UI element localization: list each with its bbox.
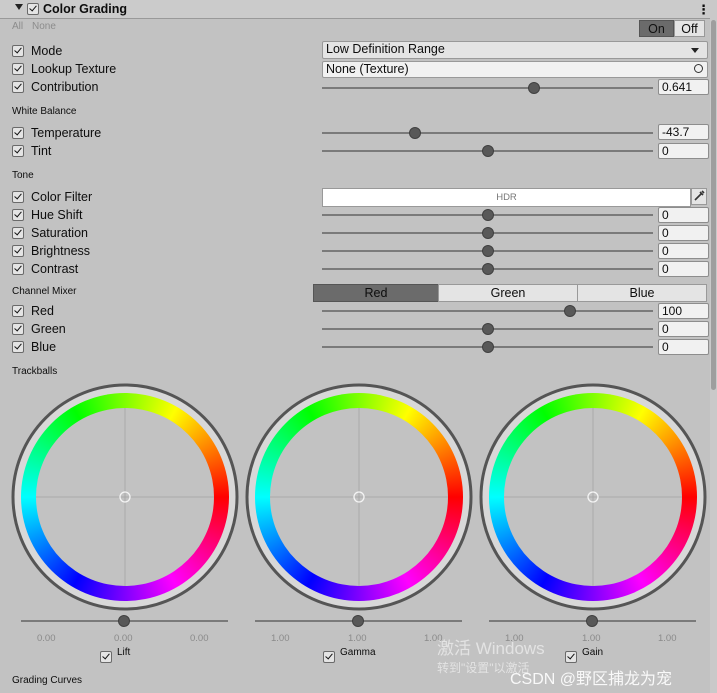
on-button[interactable]: On xyxy=(639,20,674,37)
lift-slider-knob[interactable] xyxy=(118,615,130,627)
saturation-field[interactable]: 0 xyxy=(658,225,709,241)
saturation-checkbox[interactable] xyxy=(12,227,24,239)
tint-field[interactable]: 0 xyxy=(658,143,709,159)
temperature-slider-track[interactable] xyxy=(322,132,653,134)
red-channel-label: Red xyxy=(31,304,54,318)
red-channel-checkbox[interactable] xyxy=(12,305,24,317)
contrast-checkbox[interactable] xyxy=(12,263,24,275)
red-channel-slider-track[interactable] xyxy=(322,310,653,312)
brightness-field[interactable]: 0 xyxy=(658,243,709,259)
gamma-value-g: 1.00 xyxy=(348,633,367,644)
object-picker-icon[interactable] xyxy=(694,64,703,73)
temperature-field[interactable]: -43.7 xyxy=(658,124,709,140)
saturation-label: Saturation xyxy=(31,226,88,240)
tab-green[interactable]: Green xyxy=(438,284,578,302)
color-filter-checkbox[interactable] xyxy=(12,191,24,203)
color-filter-label: Color Filter xyxy=(31,190,93,204)
lookup-texture-label: Lookup Texture xyxy=(31,62,117,76)
tint-checkbox[interactable] xyxy=(12,145,24,157)
trackballs-heading: Trackballs xyxy=(12,366,58,377)
mode-checkbox[interactable] xyxy=(12,45,24,57)
blue-channel-label: Blue xyxy=(31,340,57,354)
brightness-checkbox[interactable] xyxy=(12,245,24,257)
channel-mixer-heading: Channel Mixer xyxy=(12,286,77,297)
red-channel-slider-knob[interactable] xyxy=(564,305,577,317)
none-link[interactable]: None xyxy=(32,21,56,32)
hue-shift-field[interactable]: 0 xyxy=(658,207,709,223)
lift-value-g: 0.00 xyxy=(114,633,133,644)
mode-label: Mode xyxy=(31,44,63,58)
hue-shift-checkbox[interactable] xyxy=(12,209,24,221)
mode-value: Low Definition Range xyxy=(326,42,445,56)
gain-trackball[interactable] xyxy=(479,383,707,611)
contribution-label: Contribution xyxy=(31,80,99,94)
white-balance-heading: White Balance xyxy=(12,106,77,117)
gain-value-b: 1.00 xyxy=(658,633,677,644)
blue-channel-slider-knob[interactable] xyxy=(481,341,494,353)
green-channel-slider-knob[interactable] xyxy=(481,323,494,335)
gamma-checkbox[interactable] xyxy=(323,651,335,663)
gamma-slider-knob[interactable] xyxy=(352,615,364,627)
contribution-slider-knob[interactable] xyxy=(528,82,541,94)
foldout-arrow-icon[interactable] xyxy=(15,4,23,10)
lookup-texture-value: None (Texture) xyxy=(326,62,409,76)
color-filter-swatch[interactable]: HDR xyxy=(322,188,691,207)
more-options-icon[interactable]: ⋮ xyxy=(697,2,710,18)
contribution-field[interactable]: 0.641 xyxy=(658,79,709,95)
brightness-slider-knob[interactable] xyxy=(481,245,494,257)
lift-value-b: 0.00 xyxy=(190,633,209,644)
gain-checkbox[interactable] xyxy=(565,651,577,663)
scrollbar-thumb[interactable] xyxy=(711,20,716,390)
green-channel-field[interactable]: 0 xyxy=(658,321,709,337)
tone-heading: Tone xyxy=(12,170,34,181)
gamma-value-r: 1.00 xyxy=(271,633,290,644)
csdn-watermark: CSDN @野区捕龙为宠 xyxy=(510,671,673,688)
all-link[interactable]: All xyxy=(12,21,23,32)
component-title: Color Grading xyxy=(43,2,128,16)
lift-checkbox[interactable] xyxy=(100,651,112,663)
gamma-trackball[interactable] xyxy=(245,383,473,611)
hdr-label: HDR xyxy=(496,192,517,203)
blue-channel-field[interactable]: 0 xyxy=(658,339,709,355)
lookup-texture-checkbox[interactable] xyxy=(12,63,24,75)
scrollbar[interactable] xyxy=(710,0,717,693)
tint-slider-knob[interactable] xyxy=(481,145,494,157)
enable-component-checkbox[interactable] xyxy=(27,3,39,15)
gain-value-g: 1.00 xyxy=(582,633,601,644)
tab-red[interactable]: Red xyxy=(313,284,439,302)
saturation-slider-knob[interactable] xyxy=(481,227,494,239)
tab-blue[interactable]: Blue xyxy=(577,284,707,302)
contribution-slider-track[interactable] xyxy=(322,87,653,89)
chevron-down-icon xyxy=(691,48,699,53)
eyedropper-icon[interactable] xyxy=(691,188,707,205)
temperature-checkbox[interactable] xyxy=(12,127,24,139)
gain-slider-knob[interactable] xyxy=(586,615,598,627)
green-channel-label: Green xyxy=(31,322,66,336)
contrast-label: Contrast xyxy=(31,262,79,276)
contrast-field[interactable]: 0 xyxy=(658,261,709,277)
off-button[interactable]: Off xyxy=(674,20,705,37)
green-channel-checkbox[interactable] xyxy=(12,323,24,335)
lift-trackball[interactable] xyxy=(11,383,239,611)
temperature-slider-knob[interactable] xyxy=(409,127,422,139)
grading-curves-heading: Grading Curves xyxy=(12,675,83,686)
contrast-slider-knob[interactable] xyxy=(481,263,494,275)
hue-shift-slider-knob[interactable] xyxy=(481,209,494,221)
blue-channel-checkbox[interactable] xyxy=(12,341,24,353)
mode-dropdown[interactable]: Low Definition Range xyxy=(322,41,708,59)
lift-label: Lift xyxy=(117,647,131,658)
tint-label: Tint xyxy=(31,144,52,158)
activate-windows-title: 激活 Windows xyxy=(437,639,545,658)
gamma-label: Gamma xyxy=(340,647,376,658)
red-channel-field[interactable]: 100 xyxy=(658,303,709,319)
lift-value-r: 0.00 xyxy=(37,633,56,644)
lookup-texture-field[interactable]: None (Texture) xyxy=(322,61,708,78)
contribution-checkbox[interactable] xyxy=(12,81,24,93)
gain-label: Gain xyxy=(582,647,604,658)
brightness-label: Brightness xyxy=(31,244,91,258)
hue-shift-label: Hue Shift xyxy=(31,208,83,222)
temperature-label: Temperature xyxy=(31,126,102,140)
